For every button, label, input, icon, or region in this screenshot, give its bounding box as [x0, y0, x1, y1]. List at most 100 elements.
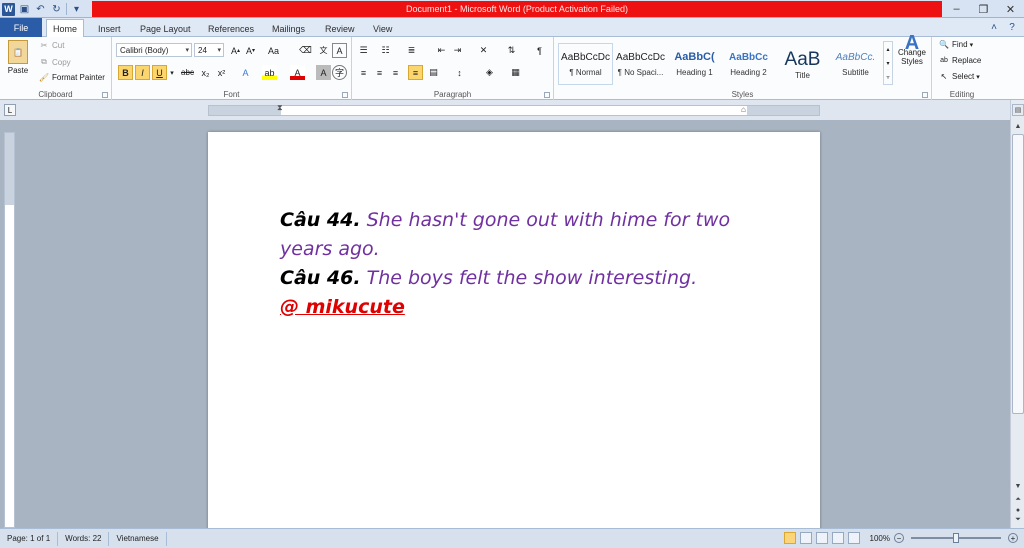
- text-effects-icon[interactable]: A: [238, 65, 253, 80]
- web-layout-view-icon[interactable]: [815, 532, 828, 544]
- indent-marker-icon[interactable]: ⧗: [277, 103, 283, 113]
- find-button[interactable]: 🔍 Find ▾: [938, 40, 973, 49]
- tab-mailings[interactable]: Mailings: [266, 20, 311, 37]
- redo-icon[interactable]: ↻: [50, 3, 63, 16]
- line-spacing-icon[interactable]: ↕: [452, 65, 467, 80]
- undo-icon[interactable]: ↶: [34, 3, 47, 16]
- superscript-button[interactable]: x²: [214, 65, 229, 80]
- scroll-down-icon[interactable]: ▼: [1012, 480, 1024, 492]
- scrollbar-thumb[interactable]: [1012, 134, 1024, 414]
- multilevel-list-icon[interactable]: ≣: [404, 43, 419, 58]
- subscript-button[interactable]: x₂: [198, 65, 213, 80]
- full-screen-view-icon[interactable]: [799, 532, 812, 544]
- enclose-characters-icon[interactable]: 字: [332, 65, 347, 80]
- style-title[interactable]: AaB Title: [775, 43, 830, 85]
- font-launcher-icon[interactable]: [342, 92, 348, 98]
- word-app-icon[interactable]: W: [2, 2, 15, 16]
- style-heading-2[interactable]: AaBbCc Heading 2: [721, 43, 776, 85]
- customize-toolbar-icon[interactable]: ▾: [70, 3, 83, 16]
- copy-button[interactable]: ⧉ Copy: [38, 57, 71, 67]
- more-styles-icon[interactable]: ▿: [886, 74, 889, 81]
- pilcrow-icon[interactable]: ¶: [532, 43, 547, 58]
- character-shading-icon[interactable]: A: [316, 65, 331, 80]
- zoom-slider[interactable]: [911, 533, 1001, 543]
- increase-indent-icon[interactable]: ⇥: [450, 43, 465, 58]
- ruler-toggle-icon[interactable]: ▤: [1012, 104, 1024, 116]
- align-right-icon[interactable]: ≡: [388, 65, 403, 80]
- zoom-level[interactable]: 100%: [870, 534, 890, 543]
- scroll-up-icon[interactable]: ▲: [1012, 120, 1024, 132]
- tab-view[interactable]: View: [367, 20, 398, 37]
- chevron-down-icon[interactable]: ▾: [886, 60, 889, 67]
- font-name-select[interactable]: Calibri (Body) ▾: [116, 43, 192, 57]
- replace-button[interactable]: ab Replace: [938, 56, 981, 65]
- word-count[interactable]: Words: 22: [58, 531, 110, 546]
- tab-review[interactable]: Review: [319, 20, 361, 37]
- tab-file[interactable]: File: [0, 18, 42, 37]
- tab-insert[interactable]: Insert: [92, 20, 127, 37]
- cut-button[interactable]: ✂ Cut: [38, 41, 65, 50]
- numbering-icon[interactable]: ☷: [378, 43, 393, 58]
- zoom-in-icon[interactable]: +: [1008, 533, 1018, 543]
- tab-references[interactable]: References: [202, 20, 260, 37]
- select-button[interactable]: ↖ Select ▾: [938, 72, 980, 81]
- tab-page-layout[interactable]: Page Layout: [134, 20, 197, 37]
- sort-icon[interactable]: ⇅: [504, 43, 519, 58]
- justify-icon[interactable]: ≡: [408, 65, 423, 80]
- language-indicator[interactable]: Vietnamese: [109, 531, 167, 546]
- style-heading-1[interactable]: AaBbC( Heading 1: [667, 43, 722, 85]
- chevron-up-icon[interactable]: ▴: [886, 46, 889, 53]
- vertical-scrollbar[interactable]: ▤ ▲ ▼ ⏶ ● ⏷: [1010, 100, 1024, 528]
- asian-layout-icon[interactable]: ✕: [476, 43, 491, 58]
- bullets-icon[interactable]: ☰: [356, 43, 371, 58]
- save-icon[interactable]: ▣: [18, 3, 31, 16]
- font-size-select[interactable]: 24 ▾: [194, 43, 224, 57]
- draft-view-icon[interactable]: [847, 532, 860, 544]
- chevron-down-icon[interactable]: ▾: [168, 65, 176, 80]
- clear-formatting-icon[interactable]: ⌫: [298, 43, 313, 58]
- document-body[interactable]: Câu 44. She hasn't gone out with hime fo…: [280, 206, 760, 322]
- character-border-icon[interactable]: A: [332, 43, 347, 58]
- style-normal[interactable]: AaBbCcDc ¶ Normal: [558, 43, 613, 85]
- minimize-icon[interactable]: –: [943, 0, 970, 18]
- style-no-spacing[interactable]: AaBbCcDc ¶ No Spaci...: [613, 43, 668, 85]
- shading-icon[interactable]: ◈: [482, 65, 497, 80]
- right-indent-marker-icon[interactable]: ⌂: [741, 105, 746, 114]
- zoom-out-icon[interactable]: −: [894, 533, 904, 543]
- change-styles-button[interactable]: A Change Styles: [895, 33, 929, 66]
- clipboard-launcher-icon[interactable]: [102, 92, 108, 98]
- distributed-icon[interactable]: ▤: [426, 65, 441, 80]
- change-case-button[interactable]: Aa: [266, 43, 281, 58]
- document-page[interactable]: Câu 44. She hasn't gone out with hime fo…: [208, 132, 820, 532]
- style-subtitle[interactable]: AaBbCc. Subtitle: [828, 43, 883, 85]
- align-center-icon[interactable]: ≡: [372, 65, 387, 80]
- next-page-icon[interactable]: ⏷: [1012, 514, 1024, 526]
- bold-button[interactable]: B: [118, 65, 133, 80]
- italic-button[interactable]: I: [135, 65, 150, 80]
- grow-font-icon[interactable]: A ▴: [228, 43, 243, 58]
- font-color-icon[interactable]: A: [290, 65, 305, 80]
- styles-launcher-icon[interactable]: [922, 92, 928, 98]
- outline-view-icon[interactable]: [831, 532, 844, 544]
- restore-icon[interactable]: ❐: [970, 0, 997, 18]
- help-icon[interactable]: ?: [1006, 21, 1018, 33]
- decrease-indent-icon[interactable]: ⇤: [434, 43, 449, 58]
- horizontal-ruler[interactable]: ⧗ ⌂: [208, 103, 820, 116]
- phonetic-guide-icon[interactable]: 文: [316, 43, 331, 58]
- strikethrough-button[interactable]: abc: [180, 65, 195, 80]
- highlight-icon[interactable]: ab: [262, 65, 277, 80]
- tab-home[interactable]: Home: [46, 19, 85, 37]
- close-icon[interactable]: ✕: [997, 0, 1024, 18]
- format-painter-button[interactable]: 🖌 Format Painter: [38, 73, 105, 82]
- shrink-font-icon[interactable]: A ▾: [243, 43, 258, 58]
- paragraph-launcher-icon[interactable]: [544, 92, 550, 98]
- underline-button[interactable]: U: [152, 65, 167, 80]
- tab-selector-icon[interactable]: L: [4, 104, 16, 116]
- paste-button[interactable]: 📋 Paste: [5, 40, 31, 75]
- minimize-ribbon-icon[interactable]: ˄: [988, 21, 1000, 33]
- print-layout-view-icon[interactable]: [783, 532, 796, 544]
- vertical-ruler[interactable]: [4, 132, 15, 528]
- styles-gallery-scroll[interactable]: ▴ ▾ ▿: [883, 41, 893, 85]
- page-count[interactable]: Page: 1 of 1: [0, 531, 59, 546]
- borders-icon[interactable]: ▦: [508, 65, 523, 80]
